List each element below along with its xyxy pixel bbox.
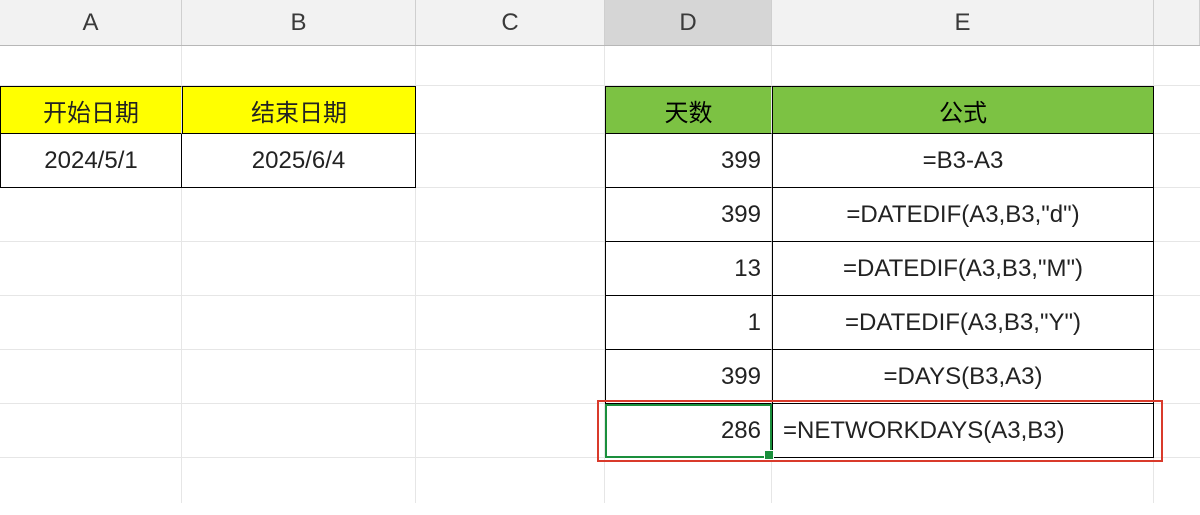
cell-C3[interactable] bbox=[416, 134, 605, 188]
cell-D5[interactable]: 13 bbox=[605, 242, 772, 296]
row-5: 13 =DATEDIF(A3,B3,"M") bbox=[0, 242, 1200, 296]
cell-A8[interactable] bbox=[0, 404, 182, 458]
header-formula[interactable]: 公式 bbox=[772, 86, 1154, 134]
row-4: 399 =DATEDIF(A3,B3,"d") bbox=[0, 188, 1200, 242]
cell-B5[interactable] bbox=[182, 242, 416, 296]
cell-A5[interactable] bbox=[0, 242, 182, 296]
cell-B1[interactable] bbox=[182, 46, 416, 86]
row-6: 1 =DATEDIF(A3,B3,"Y") bbox=[0, 296, 1200, 350]
cell-E3[interactable]: =B3-A3 bbox=[772, 134, 1154, 188]
cell-A4[interactable] bbox=[0, 188, 182, 242]
row-9 bbox=[0, 458, 1200, 503]
cell-C9[interactable] bbox=[416, 458, 605, 503]
row-8: 286 =NETWORKDAYS(A3,B3) bbox=[0, 404, 1200, 458]
cell-C8[interactable] bbox=[416, 404, 605, 458]
cell-C2[interactable] bbox=[416, 86, 605, 134]
cell-D6[interactable]: 1 bbox=[605, 296, 772, 350]
grid-body[interactable]: 开始日期 结束日期 天数 公式 2024/5/1 2025/6/4 399 =B… bbox=[0, 46, 1200, 503]
cell-start-date[interactable]: 2024/5/1 bbox=[0, 134, 182, 188]
cell-rest-3 bbox=[1154, 134, 1200, 188]
cell-C7[interactable] bbox=[416, 350, 605, 404]
cell-C4[interactable] bbox=[416, 188, 605, 242]
column-header-row: A B C D E bbox=[0, 0, 1200, 46]
cell-D9[interactable] bbox=[605, 458, 772, 503]
header-days[interactable]: 天数 bbox=[605, 86, 772, 134]
cell-A9[interactable] bbox=[0, 458, 182, 503]
cell-E9[interactable] bbox=[772, 458, 1154, 503]
header-end-date[interactable]: 结束日期 bbox=[182, 86, 416, 134]
cell-A7[interactable] bbox=[0, 350, 182, 404]
col-header-A[interactable]: A bbox=[0, 0, 182, 45]
cell-rest-5 bbox=[1154, 242, 1200, 296]
col-header-E[interactable]: E bbox=[772, 0, 1154, 45]
cell-D8[interactable]: 286 bbox=[605, 404, 772, 458]
cell-B9[interactable] bbox=[182, 458, 416, 503]
cell-rest-1 bbox=[1154, 46, 1200, 86]
cell-B4[interactable] bbox=[182, 188, 416, 242]
row-3: 2024/5/1 2025/6/4 399 =B3-A3 bbox=[0, 134, 1200, 188]
cell-C5[interactable] bbox=[416, 242, 605, 296]
cell-rest-9 bbox=[1154, 458, 1200, 503]
row-1 bbox=[0, 46, 1200, 86]
cell-B8[interactable] bbox=[182, 404, 416, 458]
cell-C1[interactable] bbox=[416, 46, 605, 86]
col-header-blank bbox=[1154, 0, 1200, 45]
cell-B6[interactable] bbox=[182, 296, 416, 350]
cell-rest-8 bbox=[1154, 404, 1200, 458]
cell-C6[interactable] bbox=[416, 296, 605, 350]
col-header-D[interactable]: D bbox=[605, 0, 772, 45]
cell-rest-6 bbox=[1154, 296, 1200, 350]
cell-rest-7 bbox=[1154, 350, 1200, 404]
spreadsheet[interactable]: A B C D E 开始日期 结束日期 天数 公式 2024/5/1 20 bbox=[0, 0, 1200, 515]
col-header-B[interactable]: B bbox=[182, 0, 416, 45]
cell-D3[interactable]: 399 bbox=[605, 134, 772, 188]
row-2: 开始日期 结束日期 天数 公式 bbox=[0, 86, 1200, 134]
cell-E6[interactable]: =DATEDIF(A3,B3,"Y") bbox=[772, 296, 1154, 350]
cell-D7[interactable]: 399 bbox=[605, 350, 772, 404]
cell-rest-4 bbox=[1154, 188, 1200, 242]
cell-D1[interactable] bbox=[605, 46, 772, 86]
cell-E5[interactable]: =DATEDIF(A3,B3,"M") bbox=[772, 242, 1154, 296]
cell-E4[interactable]: =DATEDIF(A3,B3,"d") bbox=[772, 188, 1154, 242]
cell-A1[interactable] bbox=[0, 46, 182, 86]
row-7: 399 =DAYS(B3,A3) bbox=[0, 350, 1200, 404]
col-header-C[interactable]: C bbox=[416, 0, 605, 45]
cell-B7[interactable] bbox=[182, 350, 416, 404]
cell-E8[interactable]: =NETWORKDAYS(A3,B3) bbox=[772, 404, 1154, 458]
cell-rest-2 bbox=[1154, 86, 1200, 134]
cell-A6[interactable] bbox=[0, 296, 182, 350]
cell-E1[interactable] bbox=[772, 46, 1154, 86]
cell-end-date[interactable]: 2025/6/4 bbox=[182, 134, 416, 188]
header-start-date[interactable]: 开始日期 bbox=[0, 86, 182, 134]
cell-D4[interactable]: 399 bbox=[605, 188, 772, 242]
cell-E7[interactable]: =DAYS(B3,A3) bbox=[772, 350, 1154, 404]
